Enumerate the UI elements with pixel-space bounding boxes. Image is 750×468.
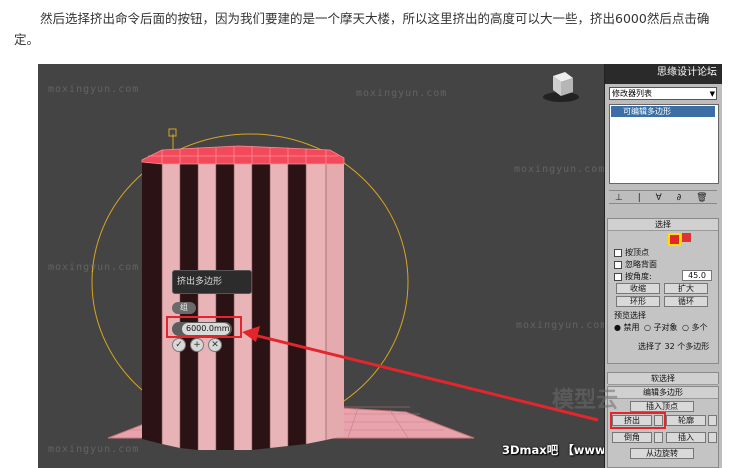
watermark: moxingyun.com	[48, 444, 140, 455]
inset-button[interactable]: 插入	[666, 432, 706, 443]
article-caption: 然后选择挤出命令后面的按钮，因为我们要建的是一个摩天大楼，所以这里挤出的高度可以…	[14, 11, 710, 47]
watermark: moxingyun.com	[356, 88, 448, 99]
by-angle-checkbox[interactable]: 按角度:	[614, 271, 652, 282]
extrude-highlight-box	[610, 412, 666, 429]
edit-polygons-rollout: 编辑多边形 插入顶点 挤出 轮廓 倒角 插入 从边旋转	[607, 386, 719, 468]
ok-button[interactable]: ✓	[172, 338, 186, 352]
bevel-settings-button[interactable]	[654, 432, 663, 443]
angle-spinner[interactable]: 45.0	[682, 270, 712, 281]
grow-button[interactable]: 扩大	[664, 283, 708, 294]
caddy-title: 挤出多边形	[172, 270, 252, 294]
perspective-viewport[interactable]: moxingyun.com moxingyun.com moxingyun.co…	[38, 64, 722, 468]
viewcube-icon[interactable]	[541, 70, 581, 104]
stack-item-editable-poly[interactable]: 可编辑多边形	[611, 106, 715, 117]
selection-status: 选择了 32 个多边形	[638, 342, 710, 351]
modifier-stack[interactable]: 可编辑多边形	[609, 104, 719, 184]
ignore-backface-checkbox[interactable]: 忽略背面	[614, 259, 657, 270]
preview-disabled-radio[interactable]: ● 禁用	[614, 322, 640, 333]
loop-button[interactable]: 循环	[664, 296, 708, 307]
watermark: moxingyun.com	[516, 320, 608, 331]
panel-watermark: 思缘设计论坛	[605, 64, 722, 84]
element-mode-icon[interactable]	[682, 233, 691, 242]
extrude-type-combo[interactable]: 组	[172, 302, 196, 314]
preview-subobject-radio[interactable]: ○ 子对象	[644, 322, 678, 333]
edit-polygons-title[interactable]: 编辑多边形	[608, 387, 718, 399]
outline-settings-button[interactable]	[708, 415, 717, 426]
soft-selection-rollout[interactable]: 软选择	[607, 372, 719, 385]
value-highlight-box	[166, 316, 242, 338]
inset-settings-button[interactable]	[708, 432, 717, 443]
by-vertex-checkbox[interactable]: 按顶点	[614, 247, 649, 258]
insert-vertex-button[interactable]: 插入顶点	[630, 401, 694, 412]
command-panel: 思缘设计论坛 修改器列表 ▼ 可编辑多边形 ⊥ | ∀ ∂ 🗑 选择 按顶点 忽略…	[604, 64, 722, 468]
modifier-list-dropdown[interactable]: 修改器列表 ▼	[609, 87, 717, 100]
polygon-mode-icon[interactable]	[668, 233, 681, 246]
selection-rollout-title[interactable]: 选择	[608, 219, 718, 231]
cancel-button[interactable]: ✕	[208, 338, 222, 352]
watermark: moxingyun.com	[48, 84, 140, 95]
site-watermark: 模型云	[552, 388, 619, 413]
preview-selection-label: 预览选择	[614, 311, 646, 320]
apply-button[interactable]: +	[190, 338, 204, 352]
outline-button[interactable]: 轮廓	[666, 415, 706, 426]
preview-multi-radio[interactable]: ○ 多个	[682, 322, 708, 333]
ring-button[interactable]: 环形	[616, 296, 660, 307]
selection-rollout: 选择 按顶点 忽略背面 按角度: 45.0 收缩 扩大 环形 循环 预览选择 ●…	[607, 218, 719, 364]
3dsmax-screenshot: moxingyun.com moxingyun.com moxingyun.co…	[38, 64, 722, 468]
shrink-button[interactable]: 收缩	[616, 283, 660, 294]
watermark: moxingyun.com	[48, 262, 140, 273]
bevel-button[interactable]: 倒角	[612, 432, 652, 443]
watermark: moxingyun.com	[514, 164, 606, 175]
stack-tool-row[interactable]: ⊥ | ∀ ∂ 🗑	[609, 190, 717, 204]
soft-selection-title[interactable]: 软选择	[608, 373, 718, 385]
hinge-button[interactable]: 从边旋转	[630, 448, 694, 459]
